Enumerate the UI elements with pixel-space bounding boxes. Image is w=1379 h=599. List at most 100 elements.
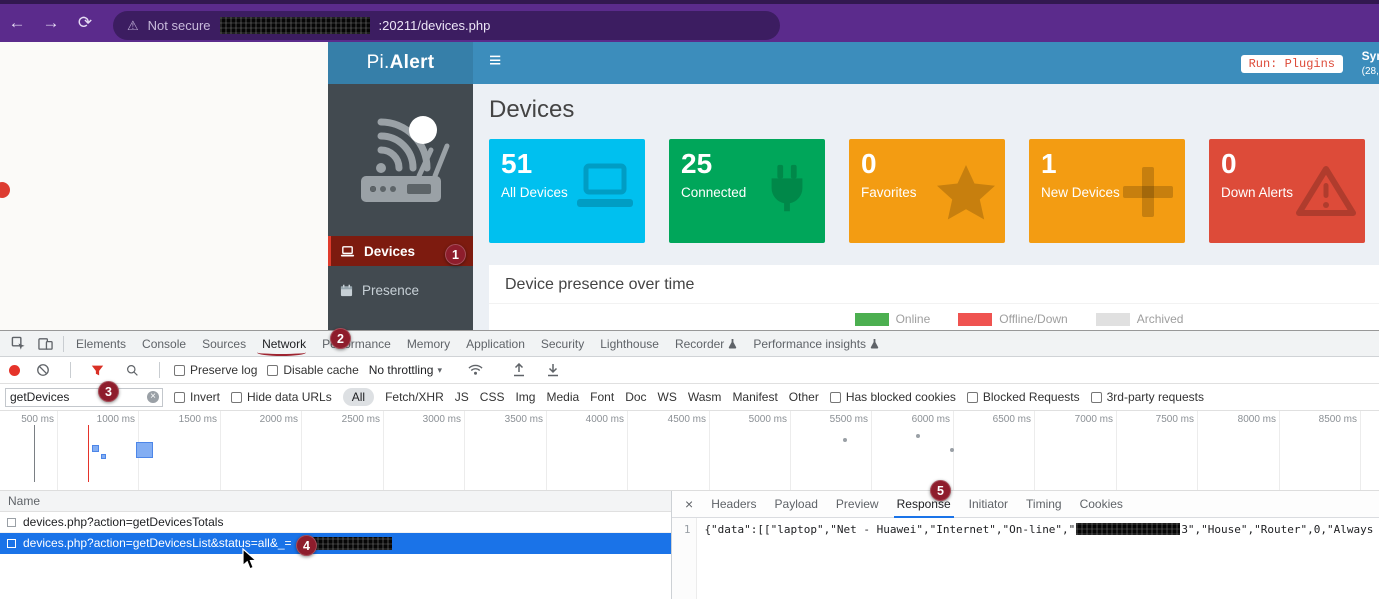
checkbox-label: 3rd-party requests	[1107, 390, 1204, 404]
tab-lighthouse[interactable]: Lighthouse	[592, 331, 667, 357]
response-content: {"data":[["laptop","Net - Huawei","Inter…	[697, 518, 1379, 599]
timeline-tick: 5000 ms	[749, 414, 787, 425]
run-plugins-button[interactable]: Run: Plugins	[1241, 55, 1343, 73]
tab-performance[interactable]: Performance	[314, 331, 399, 357]
tab-recorder[interactable]: Recorder	[667, 331, 745, 357]
requests-list: Name devices.php?action=getDevicesTotals…	[0, 491, 672, 599]
tab-timing[interactable]: Timing	[1017, 491, 1071, 518]
stat-new-devices[interactable]: 1 New Devices	[1029, 139, 1185, 243]
legend-online[interactable]: Online	[855, 312, 931, 326]
checkbox-label: Invert	[190, 390, 220, 404]
tab-performance-insights[interactable]: Performance insights	[745, 331, 887, 357]
filter-type-doc[interactable]: Doc	[625, 390, 646, 404]
tab-cookies[interactable]: Cookies	[1071, 491, 1132, 518]
name-column-header[interactable]: Name	[0, 491, 671, 512]
timeline-activity	[950, 448, 954, 452]
app-navbar: ≡ Run: Plugins Sym (28,	[473, 42, 1379, 84]
search-icon[interactable]	[120, 364, 145, 377]
request-row[interactable]: devices.php?action=getDevicesTotals	[0, 512, 671, 533]
stat-all-devices[interactable]: 51 All Devices	[489, 139, 645, 243]
mouse-cursor	[242, 548, 259, 576]
tab-preview[interactable]: Preview	[827, 491, 888, 518]
tab-security[interactable]: Security	[533, 331, 592, 357]
tab-network[interactable]: Network	[254, 331, 314, 357]
filter-type-other[interactable]: Other	[789, 390, 819, 404]
close-icon[interactable]: ×	[676, 496, 702, 512]
tab-elements[interactable]: Elements	[68, 331, 134, 357]
divider	[63, 336, 64, 352]
filter-type-wasm[interactable]: Wasm	[688, 390, 722, 404]
filter-input[interactable]	[6, 390, 142, 404]
filter-type-img[interactable]: Img	[515, 390, 535, 404]
chevron-down-icon: ▾	[437, 365, 442, 376]
archived-swatch	[1096, 313, 1130, 326]
third-party-requests-checkbox[interactable]: 3rd-party requests	[1091, 390, 1204, 404]
url-suffix: :20211/devices.php	[379, 18, 491, 33]
plug-icon	[757, 163, 817, 217]
tab-initiator[interactable]: Initiator	[960, 491, 1017, 518]
online-swatch	[855, 313, 889, 326]
clear-filter-icon[interactable]: ×	[147, 391, 159, 403]
filter-type-media[interactable]: Media	[546, 390, 579, 404]
timeline-tick: 4500 ms	[668, 414, 706, 425]
brand-logo[interactable]: Pi.Alert	[328, 42, 473, 84]
tab-application[interactable]: Application	[458, 331, 533, 357]
checkbox-label: Disable cache	[283, 363, 358, 377]
export-har-icon[interactable]	[541, 363, 565, 377]
preserve-log-checkbox[interactable]: Preserve log	[174, 363, 257, 377]
user-info[interactable]: Sym (28,	[1362, 48, 1379, 78]
not-secure-warning-icon: ⚠	[127, 18, 139, 34]
request-row-selected[interactable]: devices.php?action=getDevicesList&status…	[0, 533, 671, 554]
tab-payload[interactable]: Payload	[766, 491, 827, 518]
filter-funnel-icon[interactable]	[85, 364, 110, 377]
tab-sources[interactable]: Sources	[194, 331, 254, 357]
checkbox-label: Has blocked cookies	[846, 390, 956, 404]
user-sub: (28,	[1362, 66, 1379, 77]
legend-archived[interactable]: Archived	[1096, 312, 1184, 326]
filter-type-manifest[interactable]: Manifest	[732, 390, 777, 404]
device-toolbar-icon[interactable]	[32, 336, 59, 351]
legend-label: Offline/Down	[999, 312, 1067, 326]
redacted-response-value	[1076, 523, 1180, 535]
invert-checkbox[interactable]: Invert	[174, 390, 220, 404]
user-name: Sym	[1362, 49, 1379, 63]
filter-type-all[interactable]: All	[343, 388, 374, 406]
inspect-element-icon[interactable]	[5, 336, 32, 351]
address-bar[interactable]: ⚠ Not secure :20211/devices.php	[113, 11, 780, 40]
back-icon[interactable]: ←	[0, 13, 34, 33]
filter-type-css[interactable]: CSS	[480, 390, 505, 404]
tab-headers[interactable]: Headers	[702, 491, 765, 518]
blocked-requests-checkbox[interactable]: Blocked Requests	[967, 390, 1080, 404]
filter-type-fetch-xhr[interactable]: Fetch/XHR	[385, 390, 444, 404]
has-blocked-cookies-checkbox[interactable]: Has blocked cookies	[830, 390, 956, 404]
network-timeline-overview[interactable]: 500 ms 1000 ms 1500 ms 2000 ms 2500 ms 3…	[0, 411, 1379, 491]
reload-icon[interactable]: ⟳	[68, 13, 102, 33]
hamburger-menu-icon[interactable]: ≡	[489, 49, 501, 73]
clear-icon[interactable]	[30, 363, 56, 377]
hide-data-urls-checkbox[interactable]: Hide data URLs	[231, 390, 332, 404]
router-illustration	[328, 84, 473, 236]
filter-type-ws[interactable]: WS	[658, 390, 677, 404]
forward-icon[interactable]: →	[34, 13, 68, 33]
stat-favorites[interactable]: 0 Favorites	[849, 139, 1005, 243]
filter-type-js[interactable]: JS	[455, 390, 469, 404]
network-conditions-icon[interactable]	[462, 364, 489, 376]
stat-down-alerts[interactable]: 0 Down Alerts	[1209, 139, 1365, 243]
filter-type-font[interactable]: Font	[590, 390, 614, 404]
legend-offline[interactable]: Offline/Down	[958, 312, 1067, 326]
sidebar-item-presence[interactable]: Presence	[328, 272, 473, 308]
import-har-icon[interactable]	[507, 363, 531, 377]
tab-memory[interactable]: Memory	[399, 331, 458, 357]
divider	[70, 362, 71, 378]
checkbox-label: Hide data URLs	[247, 390, 332, 404]
record-button[interactable]	[9, 365, 20, 376]
tab-console[interactable]: Console	[134, 331, 194, 357]
throttling-dropdown[interactable]: No throttling ▾	[369, 363, 442, 377]
web-page: Pi.Alert	[0, 42, 1379, 330]
timeline-activity	[101, 454, 106, 459]
not-secure-label[interactable]: Not secure	[148, 18, 211, 33]
disable-cache-checkbox[interactable]: Disable cache	[267, 363, 358, 377]
response-body[interactable]: 1 {"data":[["laptop","Net - Huawei","Int…	[672, 518, 1379, 599]
timeline-tick: 6000 ms	[912, 414, 950, 425]
stat-connected[interactable]: 25 Connected	[669, 139, 825, 243]
